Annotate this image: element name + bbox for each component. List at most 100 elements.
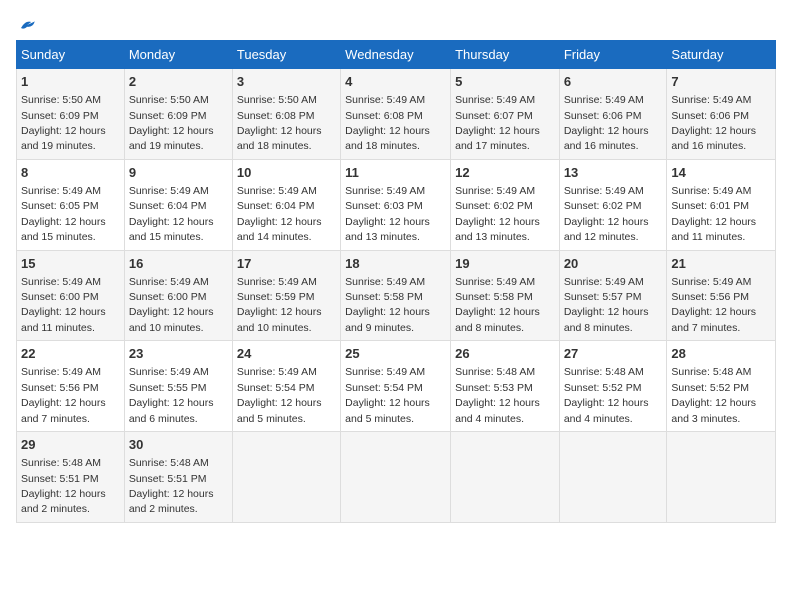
day-info: Sunrise: 5:49 AMSunset: 5:57 PMDaylight:… [564,276,649,334]
day-info: Sunrise: 5:49 AMSunset: 6:06 PMDaylight:… [671,94,756,152]
calendar-week-4: 22 Sunrise: 5:49 AMSunset: 5:56 PMDayligh… [17,341,776,432]
day-info: Sunrise: 5:49 AMSunset: 6:06 PMDaylight:… [564,94,649,152]
day-info: Sunrise: 5:49 AMSunset: 5:56 PMDaylight:… [21,366,106,424]
col-header-sunday: Sunday [17,41,125,69]
day-number: 18 [345,255,446,273]
day-number: 29 [21,436,120,454]
calendar-cell-24: 24 Sunrise: 5:49 AMSunset: 5:54 PMDayligh… [232,341,340,432]
day-info: Sunrise: 5:49 AMSunset: 5:58 PMDaylight:… [345,276,430,334]
calendar-week-5: 29 Sunrise: 5:48 AMSunset: 5:51 PMDayligh… [17,432,776,523]
calendar-cell-1: 1 Sunrise: 5:50 AMSunset: 6:09 PMDaylight… [17,69,125,160]
day-number: 19 [455,255,555,273]
header [16,16,776,30]
day-info: Sunrise: 5:48 AMSunset: 5:51 PMDaylight:… [129,457,214,515]
day-number: 25 [345,345,446,363]
col-header-monday: Monday [124,41,232,69]
day-info: Sunrise: 5:49 AMSunset: 5:54 PMDaylight:… [237,366,322,424]
calendar-cell-20: 20 Sunrise: 5:49 AMSunset: 5:57 PMDayligh… [559,250,667,341]
day-info: Sunrise: 5:49 AMSunset: 6:02 PMDaylight:… [455,185,540,243]
logo [16,16,36,30]
calendar-cell-empty [451,432,560,523]
col-header-thursday: Thursday [451,41,560,69]
day-number: 24 [237,345,336,363]
calendar-cell-23: 23 Sunrise: 5:49 AMSunset: 5:55 PMDayligh… [124,341,232,432]
day-info: Sunrise: 5:49 AMSunset: 6:00 PMDaylight:… [129,276,214,334]
day-info: Sunrise: 5:50 AMSunset: 6:09 PMDaylight:… [21,94,106,152]
calendar-table: SundayMondayTuesdayWednesdayThursdayFrid… [16,40,776,523]
day-info: Sunrise: 5:50 AMSunset: 6:09 PMDaylight:… [129,94,214,152]
day-info: Sunrise: 5:49 AMSunset: 6:08 PMDaylight:… [345,94,430,152]
day-info: Sunrise: 5:48 AMSunset: 5:53 PMDaylight:… [455,366,540,424]
day-info: Sunrise: 5:48 AMSunset: 5:51 PMDaylight:… [21,457,106,515]
day-info: Sunrise: 5:49 AMSunset: 6:01 PMDaylight:… [671,185,756,243]
calendar-cell-10: 10 Sunrise: 5:49 AMSunset: 6:04 PMDayligh… [232,159,340,250]
day-number: 16 [129,255,228,273]
day-number: 30 [129,436,228,454]
calendar-cell-18: 18 Sunrise: 5:49 AMSunset: 5:58 PMDayligh… [341,250,451,341]
calendar-week-3: 15 Sunrise: 5:49 AMSunset: 6:00 PMDayligh… [17,250,776,341]
day-number: 21 [671,255,771,273]
day-number: 12 [455,164,555,182]
calendar-cell-3: 3 Sunrise: 5:50 AMSunset: 6:08 PMDaylight… [232,69,340,160]
calendar-cell-12: 12 Sunrise: 5:49 AMSunset: 6:02 PMDayligh… [451,159,560,250]
day-number: 23 [129,345,228,363]
calendar-cell-28: 28 Sunrise: 5:48 AMSunset: 5:52 PMDayligh… [667,341,776,432]
day-info: Sunrise: 5:49 AMSunset: 6:04 PMDaylight:… [237,185,322,243]
calendar-cell-29: 29 Sunrise: 5:48 AMSunset: 5:51 PMDayligh… [17,432,125,523]
day-number: 11 [345,164,446,182]
day-info: Sunrise: 5:49 AMSunset: 6:02 PMDaylight:… [564,185,649,243]
calendar-cell-6: 6 Sunrise: 5:49 AMSunset: 6:06 PMDaylight… [559,69,667,160]
calendar-cell-2: 2 Sunrise: 5:50 AMSunset: 6:09 PMDaylight… [124,69,232,160]
day-info: Sunrise: 5:49 AMSunset: 6:03 PMDaylight:… [345,185,430,243]
calendar-cell-19: 19 Sunrise: 5:49 AMSunset: 5:58 PMDayligh… [451,250,560,341]
calendar-cell-13: 13 Sunrise: 5:49 AMSunset: 6:02 PMDayligh… [559,159,667,250]
day-info: Sunrise: 5:49 AMSunset: 5:55 PMDaylight:… [129,366,214,424]
calendar-cell-8: 8 Sunrise: 5:49 AMSunset: 6:05 PMDaylight… [17,159,125,250]
day-number: 5 [455,73,555,91]
calendar-cell-7: 7 Sunrise: 5:49 AMSunset: 6:06 PMDaylight… [667,69,776,160]
day-number: 22 [21,345,120,363]
calendar-cell-17: 17Sunrise: 5:49 AMSunset: 5:59 PMDayligh… [232,250,340,341]
day-info: Sunrise: 5:49 AMSunset: 5:54 PMDaylight:… [345,366,430,424]
day-number: 3 [237,73,336,91]
day-number: 8 [21,164,120,182]
day-number: 10 [237,164,336,182]
calendar-week-1: 1 Sunrise: 5:50 AMSunset: 6:09 PMDaylight… [17,69,776,160]
day-info: Sunrise: 5:48 AMSunset: 5:52 PMDaylight:… [564,366,649,424]
calendar-cell-25: 25 Sunrise: 5:49 AMSunset: 5:54 PMDayligh… [341,341,451,432]
day-info: Sunrise: 5:49 AMSunset: 6:04 PMDaylight:… [129,185,214,243]
day-info: Sunrise: 5:49 AMSunset: 6:05 PMDaylight:… [21,185,106,243]
calendar-cell-30: 30 Sunrise: 5:48 AMSunset: 5:51 PMDayligh… [124,432,232,523]
day-info: Sunrise: 5:49 AMSunset: 5:56 PMDaylight:… [671,276,756,334]
logo-bird-icon [18,16,36,34]
day-number: 2 [129,73,228,91]
day-number: 15 [21,255,120,273]
day-info: Sunrise: 5:49 AMSunset: 5:58 PMDaylight:… [455,276,540,334]
calendar-cell-empty [232,432,340,523]
calendar-cell-9: 9 Sunrise: 5:49 AMSunset: 6:04 PMDaylight… [124,159,232,250]
day-number: 6 [564,73,663,91]
day-number: 14 [671,164,771,182]
day-info: Sunrise: 5:50 AMSunset: 6:08 PMDaylight:… [237,94,322,152]
calendar-cell-14: 14 Sunrise: 5:49 AMSunset: 6:01 PMDayligh… [667,159,776,250]
day-number: 9 [129,164,228,182]
day-number: 26 [455,345,555,363]
calendar-cell-27: 27 Sunrise: 5:48 AMSunset: 5:52 PMDayligh… [559,341,667,432]
header-row: SundayMondayTuesdayWednesdayThursdayFrid… [17,41,776,69]
col-header-tuesday: Tuesday [232,41,340,69]
day-info: Sunrise: 5:49 AMSunset: 6:00 PMDaylight:… [21,276,106,334]
calendar-cell-16: 16 Sunrise: 5:49 AMSunset: 6:00 PMDayligh… [124,250,232,341]
col-header-wednesday: Wednesday [341,41,451,69]
col-header-friday: Friday [559,41,667,69]
day-info: Sunrise: 5:49 AMSunset: 6:07 PMDaylight:… [455,94,540,152]
calendar-cell-22: 22 Sunrise: 5:49 AMSunset: 5:56 PMDayligh… [17,341,125,432]
day-info: Sunrise: 5:49 AMSunset: 5:59 PMDaylight:… [237,276,322,334]
day-number: 20 [564,255,663,273]
day-number: 13 [564,164,663,182]
day-number: 28 [671,345,771,363]
day-number: 1 [21,73,120,91]
day-number: 7 [671,73,771,91]
day-number: 27 [564,345,663,363]
calendar-cell-empty [341,432,451,523]
day-info: Sunrise: 5:48 AMSunset: 5:52 PMDaylight:… [671,366,756,424]
